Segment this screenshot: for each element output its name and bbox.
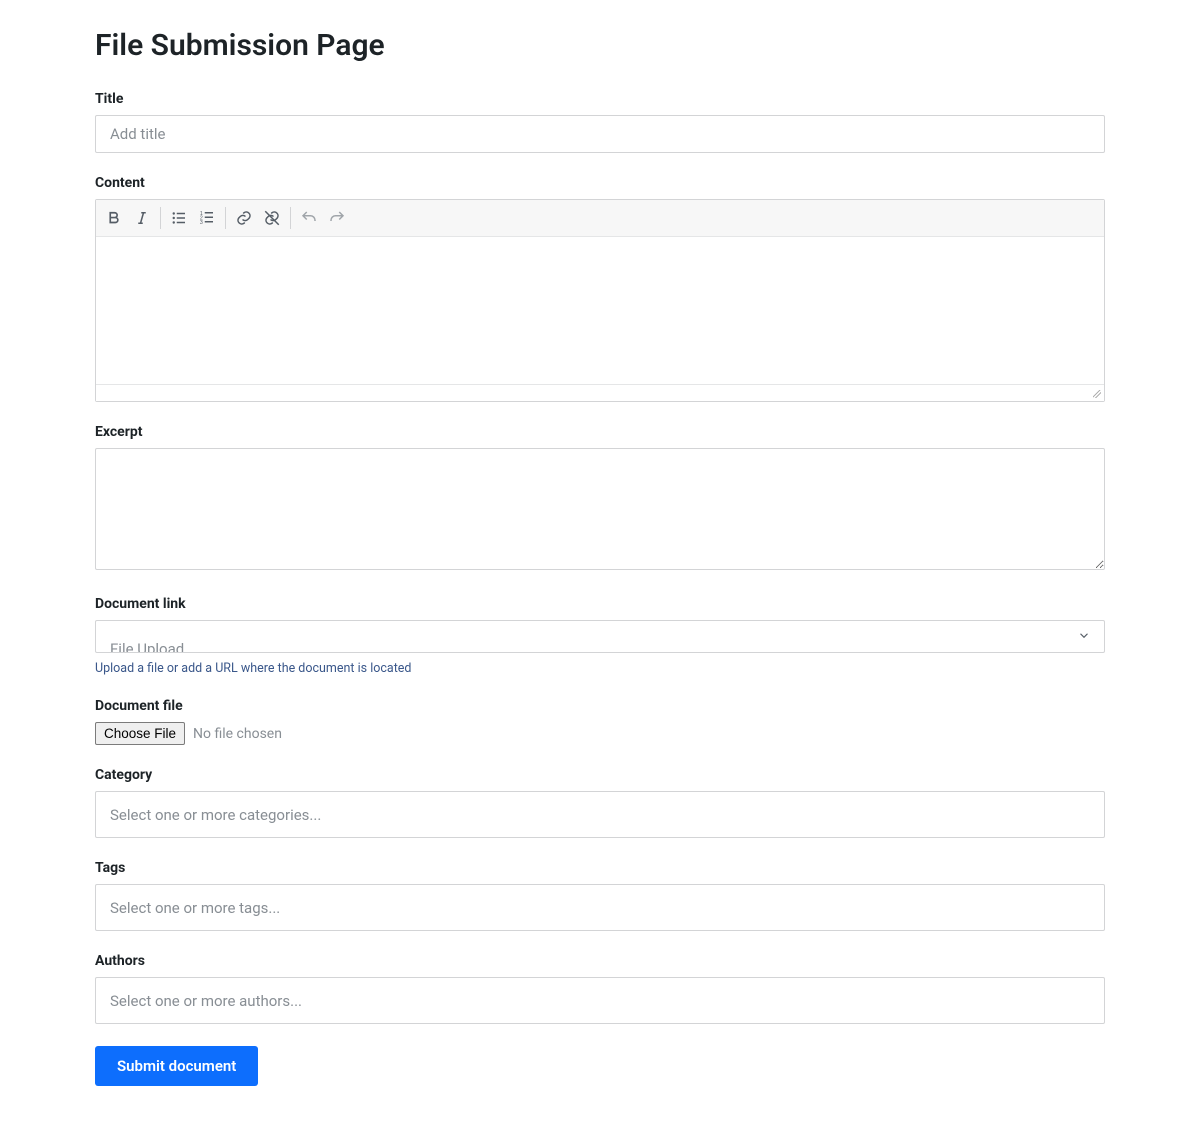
- document-link-field-wrap: Document link File Upload Upload a file …: [95, 596, 1105, 676]
- document-link-selected-value: File Upload: [110, 640, 184, 653]
- authors-field-wrap: Authors Select one or more authors...: [95, 953, 1105, 1024]
- content-editor-area[interactable]: [96, 237, 1104, 385]
- category-field-wrap: Category Select one or more categories..…: [95, 767, 1105, 838]
- toolbar-separator: [290, 207, 291, 229]
- tags-field-wrap: Tags Select one or more tags...: [95, 860, 1105, 931]
- document-file-label: Document file: [95, 698, 1105, 714]
- page-title: File Submission Page: [95, 28, 1105, 63]
- authors-label: Authors: [95, 953, 1105, 969]
- document-link-select[interactable]: File Upload: [95, 620, 1105, 653]
- bold-icon[interactable]: [100, 204, 128, 232]
- undo-icon[interactable]: [295, 204, 323, 232]
- link-icon[interactable]: [230, 204, 258, 232]
- submit-button[interactable]: Submit document: [95, 1046, 258, 1086]
- authors-multiselect[interactable]: Select one or more authors...: [95, 977, 1105, 1024]
- redo-icon[interactable]: [323, 204, 351, 232]
- document-link-help: Upload a file or add a URL where the doc…: [95, 661, 1105, 676]
- toolbar-separator: [225, 207, 226, 229]
- category-multiselect[interactable]: Select one or more categories...: [95, 791, 1105, 838]
- category-label: Category: [95, 767, 1105, 783]
- editor-resize-handle[interactable]: [96, 385, 1104, 401]
- bullet-list-icon[interactable]: [165, 204, 193, 232]
- svg-text:3: 3: [200, 220, 203, 226]
- numbered-list-icon[interactable]: 123: [193, 204, 221, 232]
- italic-icon[interactable]: [128, 204, 156, 232]
- content-label: Content: [95, 175, 1105, 191]
- excerpt-field-wrap: Excerpt: [95, 424, 1105, 574]
- tags-multiselect[interactable]: Select one or more tags...: [95, 884, 1105, 931]
- document-file-field-wrap: Document file Choose File No file chosen: [95, 698, 1105, 745]
- rich-text-editor: 123: [95, 199, 1105, 402]
- unlink-icon[interactable]: [258, 204, 286, 232]
- tags-label: Tags: [95, 860, 1105, 876]
- file-chosen-status: No file chosen: [193, 726, 282, 742]
- title-label: Title: [95, 91, 1105, 107]
- document-link-label: Document link: [95, 596, 1105, 612]
- title-field-wrap: Title: [95, 91, 1105, 153]
- editor-toolbar: 123: [96, 200, 1104, 237]
- excerpt-textarea[interactable]: [95, 448, 1105, 570]
- excerpt-label: Excerpt: [95, 424, 1105, 440]
- title-input[interactable]: [95, 115, 1105, 153]
- choose-file-button[interactable]: Choose File: [95, 722, 185, 745]
- toolbar-separator: [160, 207, 161, 229]
- content-field-wrap: Content 123: [95, 175, 1105, 402]
